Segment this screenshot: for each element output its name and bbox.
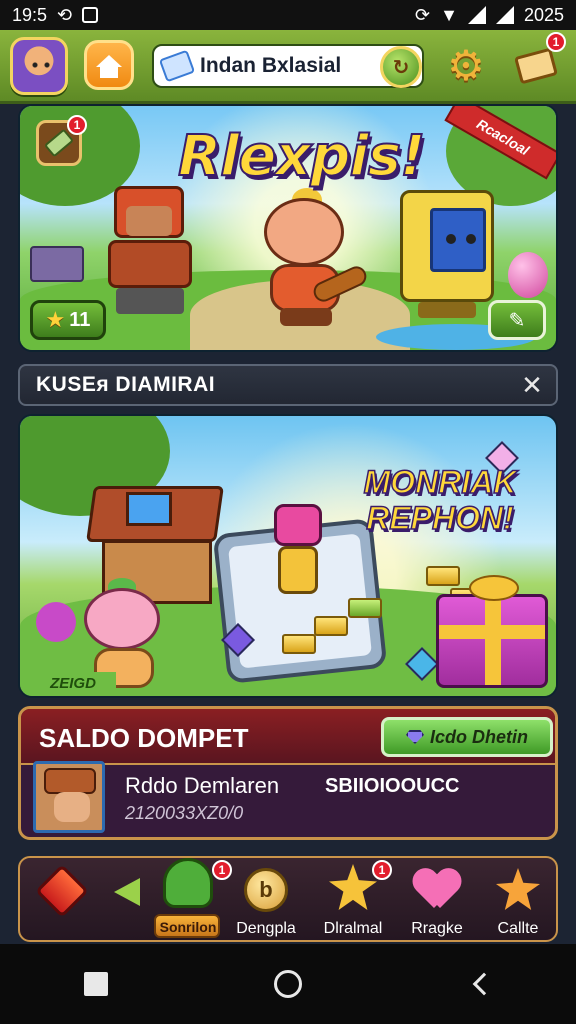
promo-label: ZEIGD — [30, 672, 116, 694]
star-counter[interactable]: ★ 11 — [30, 300, 106, 340]
hero-title: Rlexpis! — [177, 123, 427, 190]
nav-label: Sonrilon — [159, 919, 217, 935]
promo-title: MONRIAK REPHON! — [330, 463, 550, 537]
notice-bar[interactable]: KUSEᴙ DIAMIRAI ✕ — [18, 364, 558, 406]
promo-title-line1: MONRIAK — [363, 463, 517, 501]
heart-icon — [414, 870, 460, 910]
green-character-icon — [163, 858, 213, 908]
red-gem-icon — [35, 864, 89, 918]
robot-character — [100, 186, 196, 316]
nav-item-callte[interactable]: Callte — [488, 858, 548, 944]
system-nav-bar — [0, 944, 576, 1024]
orange-star-icon — [496, 868, 540, 910]
gem-icon — [406, 730, 424, 744]
nav-item-dengpla[interactable]: b Dengpla — [236, 858, 296, 944]
sync-icon: ⟲ — [57, 4, 73, 25]
gold-bar-icon — [314, 616, 348, 636]
promo-title-line2: REPHON! — [365, 499, 514, 537]
star-icon — [329, 864, 377, 910]
star-icon: ★ — [45, 307, 66, 332]
recents-button[interactable] — [66, 954, 126, 1014]
wallet-value: SBIIOIOOUCC — [325, 775, 460, 797]
wifi-icon: ▼ — [440, 4, 458, 25]
nav-item-rragke[interactable]: Rragke — [406, 858, 468, 944]
home-button[interactable] — [84, 40, 134, 90]
avatar[interactable] — [10, 37, 68, 95]
quest-badge: 1 — [67, 115, 87, 135]
house-illustration — [30, 246, 84, 282]
wallet-action-label: Icdo Dhetin — [430, 726, 528, 747]
star-count: 11 — [69, 308, 91, 331]
wallet-name: Rddo Demlaren — [125, 773, 280, 798]
top-bar: Indan Bxlasial ↻ ⚙ 1 — [0, 30, 576, 104]
signal-2-icon — [495, 6, 514, 24]
nav-label: Callte — [497, 920, 539, 937]
bear-character — [252, 188, 370, 328]
status-bar: 19:5 ⟲ ⟳ ▼ 2025 — [0, 0, 576, 30]
recents-icon — [84, 972, 108, 996]
mail-icon — [514, 47, 558, 85]
wallet-title: SALDO DOMPET — [39, 723, 249, 753]
status-clock: 2025 — [523, 4, 564, 25]
nav-badge: 1 — [372, 860, 392, 880]
wallet-panel: SALDO DOMPET Icdo Dhetin Rddo Demlaren 2… — [18, 706, 558, 840]
nav-item-back[interactable] — [102, 858, 152, 944]
wallet-avatar — [33, 761, 105, 833]
nav-badge: 1 — [212, 860, 232, 880]
wallet-subtext: 2120033XZ0/0 — [125, 803, 244, 823]
nav-label: Rragke — [411, 920, 463, 937]
pencil-icon: ✎ — [508, 309, 526, 332]
gear-icon: ⚙ — [447, 42, 485, 89]
tablet-character — [268, 504, 328, 600]
search-text: Indan Bxlasial — [200, 54, 342, 77]
notice-text: KUSEᴙ DIAMIRAI — [36, 373, 216, 396]
mail-badge: 1 — [546, 32, 566, 52]
quest-button[interactable]: 1 — [36, 115, 87, 166]
close-icon[interactable]: ✕ — [518, 370, 546, 400]
coin-icon: b — [244, 868, 288, 912]
nav-label: Dengpla — [236, 920, 296, 937]
sync-status-icon: ⟳ — [415, 4, 431, 25]
gem-bar-icon — [348, 598, 382, 618]
settings-button[interactable]: ⚙ — [444, 44, 488, 88]
scroll-icon — [43, 128, 75, 158]
nav-item-active[interactable]: Sonrilon 1 — [154, 858, 232, 944]
ticket-icon — [158, 49, 196, 83]
home-circle-icon — [274, 970, 302, 998]
signal-icon — [467, 6, 486, 24]
hero-banner[interactable]: Rlexpis! Rcacloal 1 ★ 11 ✎ — [18, 104, 558, 352]
gift-box-icon — [436, 575, 548, 688]
wallet-action-button[interactable]: Icdo Dhetin — [381, 717, 553, 757]
edit-button[interactable]: ✎ — [488, 300, 546, 340]
mail-button[interactable]: 1 — [512, 32, 566, 88]
go-button[interactable]: ↻ — [380, 46, 422, 88]
gold-bar-icon — [282, 634, 316, 654]
arcade-character — [400, 190, 498, 320]
refresh-icon: ↻ — [392, 56, 410, 79]
back-button[interactable] — [450, 954, 510, 1014]
nav-item-dlralmal[interactable]: Dlralmal 1 — [318, 858, 392, 944]
balloon-illustration — [508, 252, 548, 298]
home-system-button[interactable] — [258, 954, 318, 1014]
gold-bar-icon — [426, 566, 460, 586]
notification-icon — [82, 7, 99, 23]
wallet-header: SALDO DOMPET Icdo Dhetin — [21, 709, 555, 765]
status-time: 19:5 — [12, 4, 48, 25]
promo-banner[interactable]: MONRIAK REPHON! ZEIGD — [18, 414, 558, 698]
bottom-nav: Sonrilon 1 b Dengpla Dlralmal 1 Rragke C… — [18, 856, 558, 942]
home-icon — [96, 55, 122, 78]
back-icon — [472, 972, 496, 996]
nav-label: Dlralmal — [323, 920, 383, 937]
arrow-left-icon — [114, 878, 140, 906]
nav-item-gem[interactable] — [35, 858, 89, 944]
